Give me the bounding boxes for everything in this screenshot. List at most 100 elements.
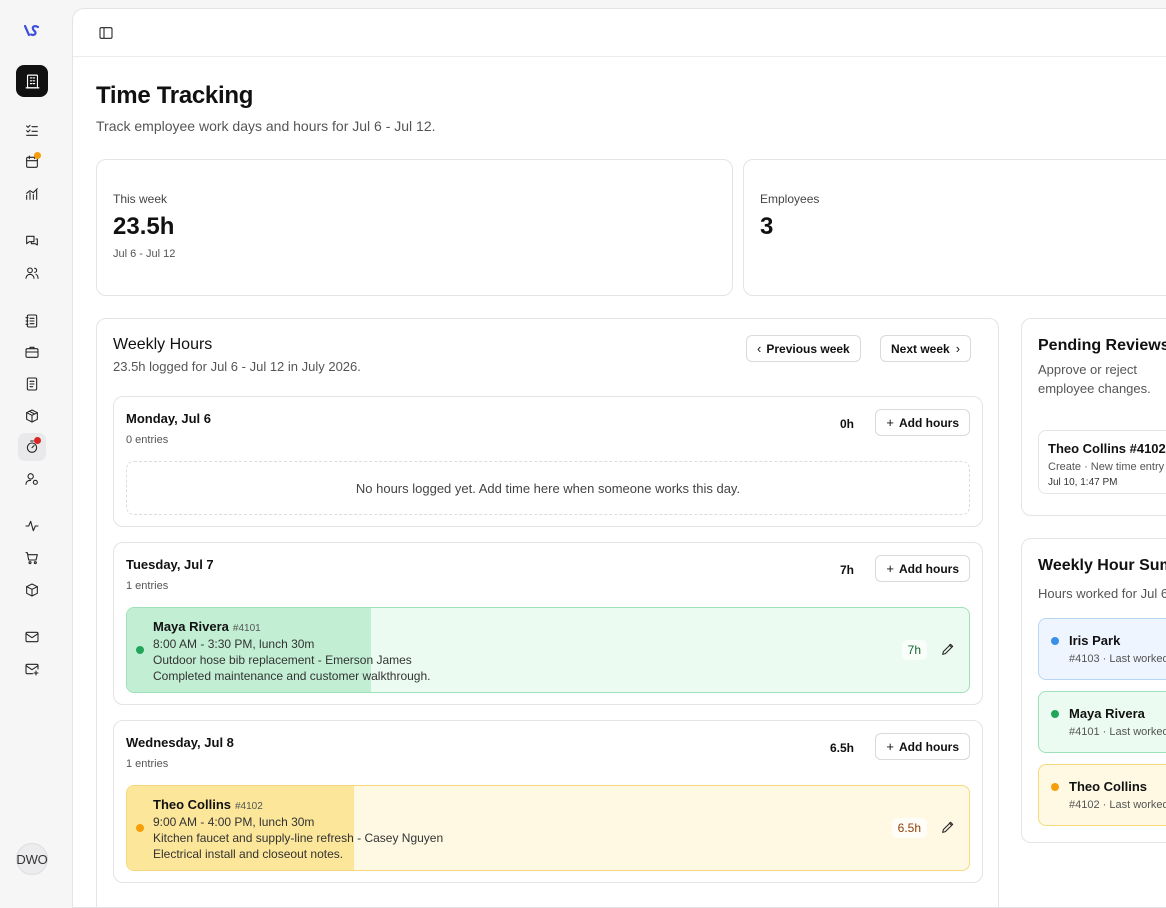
chevron-left-icon: ‹ <box>757 341 762 356</box>
nav-chart-icon[interactable] <box>22 184 42 204</box>
review-title: Theo Collins #4102 <box>1048 441 1166 456</box>
time-entry[interactable]: Theo Collins #4102 9:00 AM - 4:00 PM, lun… <box>126 785 970 871</box>
weekly-hour-summary-card: Weekly Hour Summary Hours worked for Jul… <box>1021 538 1166 843</box>
nav-checklist-icon[interactable] <box>22 120 42 140</box>
nav-box-icon[interactable] <box>22 580 42 600</box>
pending-reviews-card: Pending Reviews Approve or reject employ… <box>1021 318 1166 516</box>
stat-label: Employees <box>760 192 820 206</box>
employee-color-dot <box>136 824 144 832</box>
entry-employee-name: Maya Rivera <box>153 619 229 634</box>
nav-chat-icon[interactable] <box>22 231 42 251</box>
day-name: Tuesday, Jul 7 <box>126 557 214 572</box>
employee-color-dot <box>1051 783 1059 791</box>
day-total-hours: 6.5h <box>829 741 854 755</box>
employee-summary-row[interactable]: Maya Rivera #4101 · Last worked <box>1038 691 1166 753</box>
day-entry-count: 0 entries <box>126 434 169 446</box>
day-total-hours: 0h <box>839 417 854 431</box>
edit-pencil-icon[interactable] <box>940 819 956 835</box>
main-panel: Time Tracking Track employee work days a… <box>72 8 1166 908</box>
entry-employee: Maya Rivera #4101 <box>153 619 261 634</box>
day-total-hours: 7h <box>839 563 854 577</box>
plus-icon: + <box>886 561 894 576</box>
section-title: Pending Reviews <box>1038 337 1166 354</box>
day-name: Monday, Jul 6 <box>126 411 211 426</box>
day-card-tuesday: Tuesday, Jul 7 1 entries 7h + Add hours … <box>113 542 983 705</box>
page-subtitle: Track employee work days and hours for J… <box>96 118 436 134</box>
logo-icon[interactable] <box>22 22 42 40</box>
entry-job: Kitchen faucet and supply-line refresh -… <box>153 831 444 845</box>
plus-icon: + <box>886 415 894 430</box>
nav-package-icon[interactable] <box>22 406 42 426</box>
nav-notebook-icon[interactable] <box>22 311 42 331</box>
add-hours-label: Add hours <box>899 739 959 754</box>
sidebar: DWO <box>0 0 72 891</box>
empty-state[interactable]: No hours logged yet. Add time here when … <box>126 461 970 515</box>
weekly-hours-card: Weekly Hours 23.5h logged for Jul 6 - Ju… <box>96 318 999 907</box>
nav-users-icon[interactable] <box>22 263 42 283</box>
stat-value: 23.5h <box>113 213 175 240</box>
section-title: Weekly Hour Summary <box>1038 557 1166 574</box>
entry-employee: Theo Collins #4102 <box>153 797 263 812</box>
day-name: Wednesday, Jul 8 <box>126 735 234 750</box>
employee-summary-row[interactable]: Theo Collins #4102 · Last worked <box>1038 764 1166 826</box>
nav-document-icon[interactable] <box>22 374 42 394</box>
edit-pencil-icon[interactable] <box>940 641 956 657</box>
section-subtitle: 23.5h logged for Jul 6 - Jul 12 in July … <box>113 359 361 374</box>
entry-employee-id: #4101 <box>232 623 261 634</box>
employee-summary-row[interactable]: Iris Park #4103 · Last worked <box>1038 618 1166 680</box>
section-subtitle: Hours worked for Jul 6 - Jul 12 <box>1038 586 1166 601</box>
stat-label: This week <box>113 192 168 206</box>
calendar-badge <box>34 152 41 159</box>
employee-name: Iris Park <box>1069 633 1121 648</box>
user-avatar[interactable]: DWO <box>16 843 48 875</box>
stat-card-this-week: This week 23.5h Jul 6 - Jul 12 <box>96 159 733 296</box>
employee-meta: #4101 · Last worked <box>1069 726 1166 738</box>
stat-card-employees: Employees 3 <box>743 159 1166 296</box>
sidebar-toggle-icon[interactable] <box>98 25 114 41</box>
previous-week-button[interactable]: ‹ Previous week <box>746 335 861 362</box>
entry-note: Electrical install and closeout notes. <box>153 847 344 861</box>
entry-employee-name: Theo Collins <box>153 797 231 812</box>
section-subtitle: Approve or reject employee changes. <box>1038 362 1151 396</box>
employee-meta: #4102 · Last worked <box>1069 799 1166 811</box>
add-hours-button[interactable]: + Add hours <box>875 555 970 582</box>
page-title: Time Tracking <box>96 82 254 109</box>
entry-time: 9:00 AM - 4:00 PM, lunch 30m <box>153 815 315 829</box>
review-date: Jul 10, 1:47 PM <box>1048 477 1118 488</box>
next-week-button[interactable]: Next week › <box>880 335 972 362</box>
nav-building-icon[interactable] <box>16 65 48 97</box>
top-bar <box>73 9 1166 57</box>
nav-mail-plus-icon[interactable] <box>22 659 42 679</box>
employee-color-dot <box>1051 710 1059 718</box>
entry-note: Completed maintenance and customer walkt… <box>153 669 431 683</box>
add-hours-button[interactable]: + Add hours <box>875 733 970 760</box>
review-subtitle: Create · New time entry <box>1048 461 1165 473</box>
nav-mail-icon[interactable] <box>22 627 42 647</box>
employee-color-dot <box>1051 637 1059 645</box>
day-entry-count: 1 entries <box>126 758 169 770</box>
time-entry[interactable]: Maya Rivera #4101 8:00 AM - 3:30 PM, lunc… <box>126 607 970 693</box>
next-week-label: Next week <box>891 341 950 356</box>
nav-briefcase-icon[interactable] <box>22 342 42 362</box>
nav-cart-icon[interactable] <box>22 548 42 568</box>
nav-user-settings-icon[interactable] <box>22 469 42 489</box>
employee-color-dot <box>136 646 144 654</box>
day-entry-count: 1 entries <box>126 580 169 592</box>
day-card-wednesday: Wednesday, Jul 8 1 entries 6.5h + Add ho… <box>113 720 983 883</box>
review-item[interactable]: Theo Collins #4102 Create · New time ent… <box>1038 430 1166 494</box>
nav-activity-icon[interactable] <box>22 516 42 536</box>
entry-time: 8:00 AM - 3:30 PM, lunch 30m <box>153 637 315 651</box>
timer-badge <box>34 437 41 444</box>
employee-meta: #4103 · Last worked <box>1069 653 1166 665</box>
day-card-monday: Monday, Jul 6 0 entries 0h + Add hours N… <box>113 396 983 527</box>
entry-hours: 6.5h <box>891 818 927 838</box>
entry-hours: 7h <box>901 640 927 660</box>
add-hours-button[interactable]: + Add hours <box>875 409 970 436</box>
plus-icon: + <box>886 739 894 754</box>
entry-job: Outdoor hose bib replacement - Emerson J… <box>153 653 412 667</box>
stat-range: Jul 6 - Jul 12 <box>113 248 176 260</box>
add-hours-label: Add hours <box>899 561 959 576</box>
employee-name: Theo Collins <box>1069 779 1147 794</box>
previous-week-label: Previous week <box>766 341 850 356</box>
section-title: Weekly Hours <box>113 336 213 353</box>
